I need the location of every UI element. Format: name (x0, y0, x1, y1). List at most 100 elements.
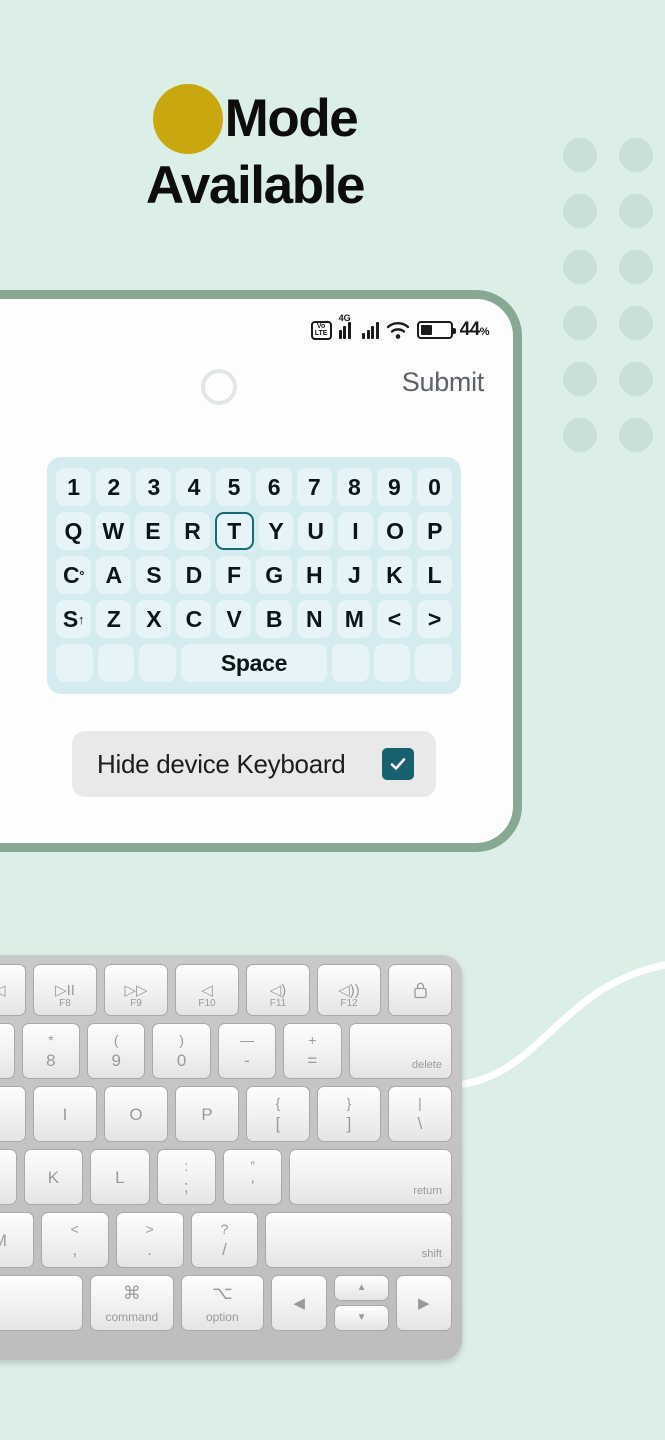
hardware-key-volume-up[interactable]: ◁)) F12 (317, 964, 381, 1016)
key-d[interactable]: D (176, 556, 212, 594)
hide-device-keyboard-checkbox[interactable] (382, 748, 414, 780)
network-label: 4G (338, 313, 351, 323)
key-blank[interactable] (97, 644, 135, 682)
key-o[interactable]: O (377, 512, 413, 550)
key-a[interactable]: A (96, 556, 132, 594)
key-l[interactable]: L (416, 556, 452, 594)
key-r[interactable]: R (175, 512, 210, 550)
key-y[interactable]: Y (258, 512, 294, 550)
key-4[interactable]: 4 (176, 468, 212, 506)
key-6[interactable]: 6 (256, 468, 292, 506)
hardware-key-slash[interactable]: ? / (190, 1212, 259, 1268)
key-space[interactable]: Space (180, 644, 328, 682)
hardware-key-p[interactable]: P (175, 1086, 239, 1142)
hardware-key-shift[interactable]: shift (265, 1212, 452, 1268)
hardware-key-minus[interactable]: — - (217, 1023, 277, 1079)
key-7[interactable]: 7 (296, 468, 332, 506)
hardware-key-9[interactable]: (9 (87, 1023, 146, 1079)
hardware-key-play-pause[interactable]: ▷II F8 (33, 964, 97, 1016)
hardware-key-j[interactable]: J (0, 1149, 17, 1205)
hardware-key-equals[interactable]: + = (283, 1023, 342, 1079)
key-f[interactable]: F (216, 556, 252, 594)
hardware-key-lock[interactable] (388, 964, 452, 1016)
key-k[interactable]: K (376, 556, 412, 594)
key-h[interactable]: H (296, 556, 332, 594)
key-5[interactable]: 5 (216, 468, 252, 506)
hardware-key-command[interactable]: ⌘ command (90, 1275, 174, 1331)
key-greater-than[interactable]: > (416, 600, 452, 638)
key-blank[interactable] (56, 644, 93, 682)
phone-mockup: Vo LTE 4G 44% Submit 1 2 3 4 5 6 7 8 9 0… (0, 290, 522, 852)
loading-ring-icon (201, 369, 237, 405)
key-p[interactable]: P (417, 512, 453, 550)
key-blank[interactable] (332, 644, 369, 682)
hardware-key-7[interactable]: &7 (0, 1023, 15, 1079)
key-3[interactable]: 3 (136, 468, 172, 506)
battery-icon (416, 321, 456, 339)
hardware-function-row: ◁◁ F7 ▷II F8 ▷▷ F9 ◁ F10 ◁) F11 ◁)) F12 (0, 964, 452, 1016)
submit-button[interactable]: Submit (402, 367, 485, 398)
key-blank[interactable] (373, 644, 411, 682)
dot (619, 194, 653, 228)
hardware-key-return[interactable]: return (289, 1149, 453, 1205)
hardware-key-semicolon[interactable]: :; (156, 1149, 216, 1205)
key-1[interactable]: 1 (56, 468, 92, 506)
hardware-key-arrow-right[interactable]: ▶ (395, 1275, 452, 1331)
key-q[interactable]: Q (56, 512, 91, 550)
key-s[interactable]: S (136, 556, 172, 594)
hardware-key-o[interactable]: O (104, 1086, 168, 1142)
hardware-key-u[interactable]: U (0, 1086, 26, 1142)
key-i[interactable]: I (337, 512, 373, 550)
key-v[interactable]: V (216, 600, 252, 638)
key-x[interactable]: X (136, 600, 172, 638)
key-j[interactable]: J (336, 556, 372, 594)
hardware-key-fast-forward[interactable]: ▷▷ F9 (104, 964, 168, 1016)
hardware-key-comma[interactable]: <, (40, 1212, 109, 1268)
hardware-key-arrow-left[interactable]: ◀ (271, 1275, 328, 1331)
hardware-key-0[interactable]: ) 0 (152, 1023, 211, 1079)
hide-device-keyboard-row[interactable]: Hide device Keyboard (72, 731, 436, 797)
hardware-key-bracket-left[interactable]: {[ (246, 1086, 310, 1142)
key-caps-lock[interactable]: C ° (56, 556, 92, 594)
hardware-key-quote[interactable]: ”’ (222, 1149, 283, 1205)
hardware-key-arrow-up[interactable]: ▲ (334, 1275, 389, 1301)
hardware-key-option[interactable]: ⌥ option (180, 1275, 265, 1331)
dot (619, 362, 653, 396)
hardware-key-l[interactable]: L (90, 1149, 150, 1205)
key-8[interactable]: 8 (336, 468, 372, 506)
hardware-key-backslash[interactable]: | \ (388, 1086, 452, 1142)
key-blank[interactable] (415, 644, 452, 682)
key-blank[interactable] (139, 644, 176, 682)
hardware-key-k[interactable]: K (23, 1149, 84, 1205)
key-e[interactable]: E (135, 512, 171, 550)
hardware-key-period[interactable]: >. (115, 1212, 184, 1268)
hardware-key-mute[interactable]: ◁ F10 (175, 964, 239, 1016)
lock-icon (413, 982, 427, 999)
hardware-key-spacebar[interactable] (0, 1275, 84, 1331)
key-g[interactable]: G (256, 556, 292, 594)
hardware-modifier-row: ⌘ command ⌥ option ◀ ▲ ▼ ▶ (0, 1275, 452, 1331)
hardware-key-i[interactable]: I (33, 1086, 97, 1142)
hardware-key-delete[interactable]: delete (348, 1023, 452, 1079)
hardware-key-m[interactable]: M (0, 1212, 34, 1268)
app-top-bar: Submit (0, 361, 513, 417)
key-z[interactable]: Z (96, 600, 132, 638)
hardware-key-volume-down[interactable]: ◁) F11 (246, 964, 310, 1016)
key-0[interactable]: 0 (416, 468, 452, 506)
key-m[interactable]: M (336, 600, 372, 638)
key-shift[interactable]: S ↑ (56, 600, 92, 638)
key-9[interactable]: 9 (376, 468, 412, 506)
key-less-than[interactable]: < (376, 600, 412, 638)
key-w[interactable]: W (95, 512, 131, 550)
key-n[interactable]: N (296, 600, 332, 638)
key-2[interactable]: 2 (96, 468, 132, 506)
hardware-key-8[interactable]: * 8 (21, 1023, 81, 1079)
key-b[interactable]: B (256, 600, 292, 638)
hardware-key-arrow-down[interactable]: ▼ (334, 1305, 389, 1331)
hardware-key-rewind[interactable]: ◁◁ F7 (0, 964, 26, 1016)
key-c[interactable]: C (176, 600, 212, 638)
key-u[interactable]: U (298, 512, 333, 550)
hardware-key-bracket-right[interactable]: }] (317, 1086, 381, 1142)
keyboard-row-numbers: 1 2 3 4 5 6 7 8 9 0 (56, 468, 452, 506)
key-t-selected[interactable]: T (214, 512, 254, 550)
